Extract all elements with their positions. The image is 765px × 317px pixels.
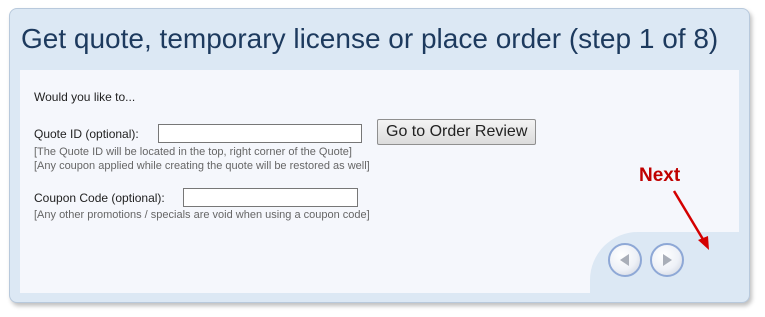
next-annotation-label: Next xyxy=(639,165,681,186)
page-title: Get quote, temporary license or place or… xyxy=(21,23,719,54)
coupon-code-note: [Any other promotions / specials are voi… xyxy=(34,209,370,221)
back-button[interactable] xyxy=(608,243,642,277)
coupon-code-input[interactable] xyxy=(183,188,358,207)
quote-id-note: [Any coupon applied while creating the q… xyxy=(34,160,370,172)
quote-id-input[interactable] xyxy=(158,124,362,143)
quote-id-label: Quote ID (optional): xyxy=(34,127,139,141)
intro-text: Would you like to... xyxy=(34,90,136,104)
coupon-code-label: Coupon Code (optional): xyxy=(34,191,165,205)
next-button[interactable] xyxy=(650,243,684,277)
triangle-left-icon xyxy=(620,254,629,266)
form-area: Would you like to... Quote ID (optional)… xyxy=(20,70,739,293)
go-to-order-review-button[interactable]: Go to Order Review xyxy=(377,119,537,145)
triangle-right-icon xyxy=(663,254,672,266)
order-wizard-panel: Get quote, temporary license or place or… xyxy=(9,8,750,303)
navigation-area xyxy=(590,232,739,293)
quote-id-note: [The Quote ID will be located in the top… xyxy=(34,146,352,158)
